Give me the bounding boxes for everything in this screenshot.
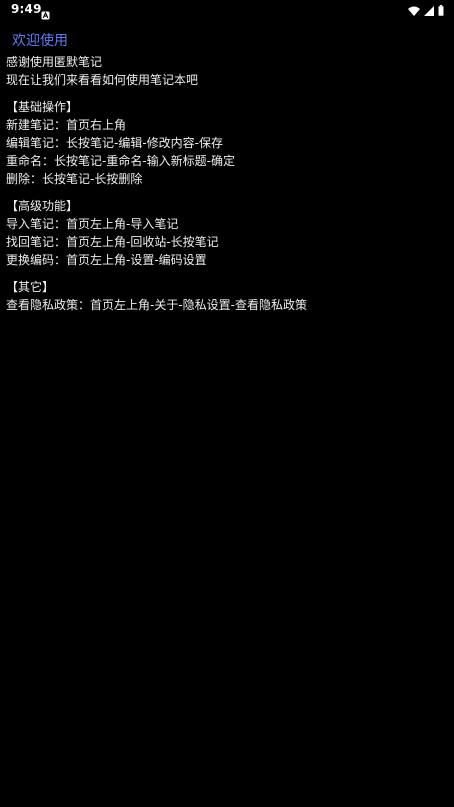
signal-icon bbox=[424, 1, 434, 20]
section-line: 查看隐私政策：首页左上角-关于-隐私设置-查看隐私政策 bbox=[6, 298, 307, 312]
section-line: 编辑笔记：长按笔记-编辑-修改内容-保存 bbox=[6, 136, 223, 150]
section-heading-basic: 【基础操作】 bbox=[6, 100, 79, 114]
section-line: 新建笔记：首页右上角 bbox=[6, 118, 127, 132]
section-line: 重命名：长按笔记-重命名-输入新标题-确定 bbox=[6, 154, 235, 168]
intro-line: 感谢使用匿默笔记 bbox=[6, 55, 103, 69]
section-line: 导入笔记：首页左上角-导入笔记 bbox=[6, 217, 179, 231]
note-content: 感谢使用匿默笔记 现在让我们来看看如何使用笔记本吧 【基础操作】 新建笔记：首页… bbox=[6, 53, 446, 314]
section-line: 更换编码：首页左上角-设置-编码设置 bbox=[6, 253, 207, 267]
status-time: 9:49 bbox=[11, 2, 42, 16]
status-icons bbox=[408, 4, 444, 16]
section-heading-advanced: 【高级功能】 bbox=[6, 199, 79, 213]
wifi-icon bbox=[408, 1, 420, 20]
section-line: 删除：长按笔记-长按删除 bbox=[6, 172, 143, 186]
battery-icon bbox=[438, 1, 444, 20]
notification-a-icon bbox=[41, 5, 50, 20]
status-bar: 9:49 bbox=[0, 0, 454, 20]
intro-line: 现在让我们来看看如何使用笔记本吧 bbox=[6, 73, 199, 87]
section-line: 找回笔记：首页左上角-回收站-长按笔记 bbox=[6, 235, 219, 249]
page-title: 欢迎使用 bbox=[12, 33, 68, 49]
section-heading-other: 【其它】 bbox=[6, 280, 55, 294]
